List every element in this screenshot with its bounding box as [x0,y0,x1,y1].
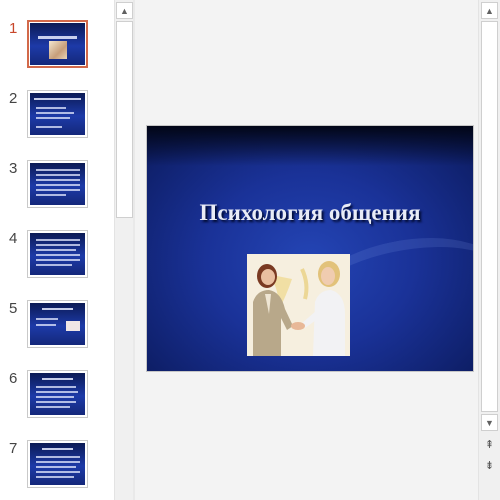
thumbnail-text-line [36,324,56,326]
slide-header-band [147,126,473,166]
scroll-down-button[interactable]: ▼ [481,414,498,431]
thumbnail-text-line [36,169,80,171]
thumbnail-text-line [36,396,74,398]
thumbnail-text-line [36,107,66,109]
thumbnail-text-line [36,471,80,473]
thumbnail-preview [30,93,85,135]
scrollbar-thumb[interactable] [116,21,133,218]
thumbnail-title-line [42,448,73,450]
thumbnail-text-line [36,391,78,393]
thumbnail-preview [30,163,85,205]
thumbnail-preview [30,23,85,65]
slide-number: 5 [9,300,18,317]
thumbnail-text-line [36,249,76,251]
thumbnail-frame[interactable] [27,370,88,418]
thumbnail-text-line [36,112,74,114]
thumbnail-title-line [38,36,77,39]
thumbnail-text-line [36,466,76,468]
thumbnail-image [66,321,80,331]
previous-slide-button[interactable]: ⇞ [481,436,498,453]
slide-thumbnail-5[interactable]: 5 [0,300,114,356]
thumbnail-text-line [36,174,80,176]
thumbnail-text-line [36,189,80,191]
thumbnail-preview [30,303,85,345]
slide-number: 3 [9,160,18,177]
slide-thumbnail-3[interactable]: 3 [0,160,114,216]
slide-number: 1 [9,20,18,37]
thumbnail-text-line [36,386,76,388]
double-chevron-down-icon: ⇟ [484,460,495,472]
thumbnail-frame[interactable] [27,230,88,278]
thumbnail-text-line [36,184,80,186]
thumbnail-text-line [36,259,80,261]
thumbnail-title-line [34,98,81,100]
slide-thumbnail-6[interactable]: 6 [0,370,114,426]
slide-thumbnail-4[interactable]: 4 [0,230,114,286]
thumbnail-frame[interactable] [27,160,88,208]
thumbnail-preview [30,443,85,485]
slide-thumbnail-7[interactable]: 7 [0,440,114,496]
thumbnail-text-line [36,194,66,196]
slide-number: 7 [9,440,18,457]
slide-thumbnail-2[interactable]: 2 [0,90,114,146]
double-chevron-up-icon: ⇞ [484,439,495,451]
editor-scrollbar[interactable]: ▲ ▼ ⇞ ⇟ [478,0,500,500]
thumbnail-frame[interactable] [27,300,88,348]
thumbnail-frame[interactable] [27,440,88,488]
current-slide[interactable]: Психология общения [146,125,474,372]
triangle-up-icon: ▲ [485,5,494,16]
thumbnail-title-line [42,378,73,380]
triangle-up-icon: ▲ [120,5,129,16]
thumbnail-text-line [36,456,80,458]
thumbnail-preview [30,233,85,275]
triangle-down-icon: ▼ [485,417,494,428]
thumbnail-text-line [36,476,74,478]
handshake-photo-art [247,254,350,356]
scroll-up-button[interactable]: ▲ [116,2,133,19]
thumbnail-text-line [36,406,70,408]
thumbnail-title-line [42,308,73,310]
thumbnail-text-line [36,126,62,128]
slide-editor: Психология общения [135,0,478,500]
slide-title[interactable]: Психология общения [147,200,473,226]
thumbnail-text-line [36,318,58,320]
thumbnail-text-line [36,461,80,463]
scrollbar-thumb[interactable] [481,21,498,412]
thumbnail-text-line [36,254,80,256]
thumbnail-photo [49,41,67,59]
handshake-photo[interactable] [247,254,350,356]
thumbnail-text-line [36,239,80,241]
thumbnail-text-line [36,264,72,266]
thumbnail-scrollbar[interactable]: ▲ [114,0,133,500]
slide-number: 6 [9,370,18,387]
thumbnail-frame[interactable] [27,20,88,68]
slide-number: 2 [9,90,18,107]
thumbnail-text-line [36,244,80,246]
slide-number: 4 [9,230,18,247]
thumbnail-preview [30,373,85,415]
thumbnail-text-line [36,117,70,119]
thumbnail-frame[interactable] [27,90,88,138]
next-slide-button[interactable]: ⇟ [481,457,498,474]
slide-thumbnail-pane: 1 2 3 4 5 6 7 [0,0,114,500]
thumbnail-text-line [36,179,80,181]
scroll-up-button[interactable]: ▲ [481,2,498,19]
thumbnail-text-line [36,401,76,403]
slide-thumbnail-1[interactable]: 1 [0,20,114,76]
